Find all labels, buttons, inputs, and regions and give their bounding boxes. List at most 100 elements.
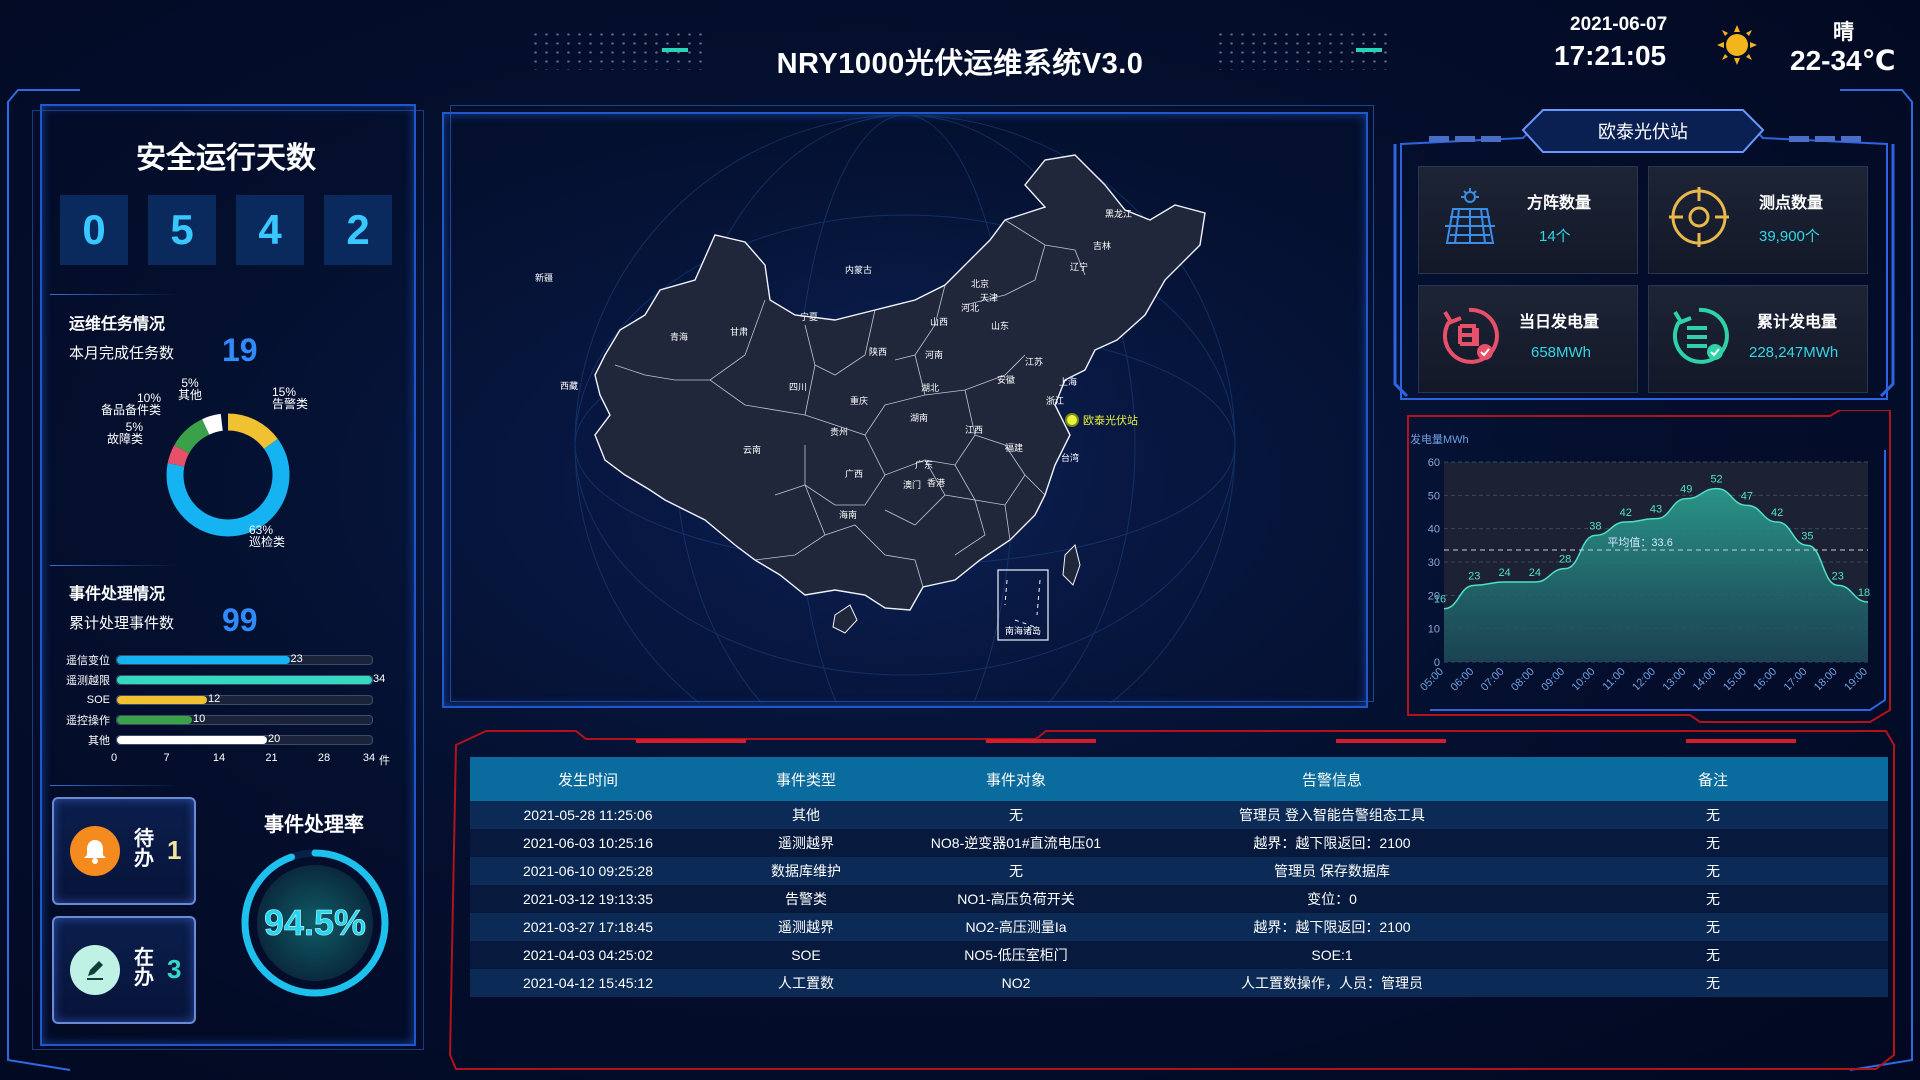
inprogress-label: 在办 <box>134 947 154 989</box>
bar-value: 34 <box>373 673 386 685</box>
bar-fill[interactable] <box>117 696 207 704</box>
chart-x-tick: 19:00 <box>1842 666 1870 690</box>
cell-alarm: 人工置数操作，人员：管理员 <box>1241 975 1423 991</box>
card-title: 方阵数量 <box>1527 195 1592 212</box>
table-row[interactable]: 2021-04-03 04:25:02 SOE NO5-低压室柜门 SOE:1 无 <box>470 941 1888 969</box>
bar-fill[interactable] <box>117 716 192 724</box>
safety-digit: 0 <box>60 195 128 265</box>
card-point-count[interactable]: 测点数量 39,900个 <box>1648 166 1868 274</box>
chart-x-ticks: 05:00 06:00 07:00 08:00 09:00 10:00 11:00 12:00… <box>1418 666 1870 690</box>
chart-x-tick: 12:00 <box>1630 666 1658 690</box>
bar-fill[interactable] <box>117 676 372 684</box>
chart-data-label: 52 <box>1710 474 1722 486</box>
table-row[interactable]: 2021-03-12 19:13:35 告警类 NO1-高压负荷开关 变位：0 无 <box>470 885 1888 913</box>
chart-data-label: 18 <box>1858 587 1870 599</box>
cell-type: SOE <box>791 947 821 963</box>
cell-alarm: 管理员 保存数据库 <box>1274 863 1390 879</box>
table-row[interactable]: 2021-04-12 15:45:12 人工置数 NO2 人工置数操作，人员：管理员 无 <box>470 969 1888 997</box>
cell-alarm: 变位：0 <box>1307 891 1357 907</box>
inprogress-card[interactable]: 在办 3 <box>52 916 196 1024</box>
province-label: 河南 <box>925 349 943 360</box>
col-header-time[interactable]: 发生时间 <box>470 769 706 790</box>
province-label: 湖北 <box>921 383 939 393</box>
province-label: 贵州 <box>830 426 848 437</box>
chart-data-label: 24 <box>1529 567 1541 579</box>
task-type-donut <box>166 413 290 537</box>
province-label: 重庆 <box>850 395 868 406</box>
header-date: 2021-06-07 <box>1570 14 1668 35</box>
card-daily-energy[interactable]: 当日发电量 658MWh <box>1418 285 1638 393</box>
chart-y-tick: 30 <box>1428 557 1440 569</box>
donut-label-fault: 5% 故障类 <box>107 420 144 446</box>
col-header-remark[interactable]: 备注 <box>1538 769 1888 790</box>
average-label: 平均值：33.6 <box>1607 536 1672 549</box>
cell-remark: 无 <box>1706 835 1720 851</box>
col-header-object[interactable]: 事件对象 <box>906 769 1126 790</box>
chart-x-tick: 11:00 <box>1600 666 1627 690</box>
cell-time: 2021-06-03 10:25:16 <box>523 835 653 851</box>
province-label: 安徽 <box>997 374 1015 385</box>
bar-value: 10 <box>193 713 206 725</box>
inset-label: 南海诸岛 <box>1005 625 1041 636</box>
card-total-energy[interactable]: 累计发电量 228,247MWh <box>1648 285 1868 393</box>
cell-object: NO5-低压室柜门 <box>964 947 1068 963</box>
event-rate-gauge: 94.5% <box>241 849 389 997</box>
cell-object: NO8-逆变器01#直流电压01 <box>930 835 1102 851</box>
bar-track: 23 <box>116 653 373 665</box>
cell-time: 2021-03-27 17:18:45 <box>523 919 653 935</box>
cell-type: 遥测越界 <box>778 919 834 935</box>
weather-text: 晴 <box>1833 21 1854 44</box>
province-label: 香港 <box>927 477 945 488</box>
safety-digit: 4 <box>236 195 304 265</box>
chart-y-tick: 60 <box>1428 457 1440 469</box>
card-value: 228,247MWh <box>1749 344 1839 361</box>
province-label: 辽宁 <box>1070 261 1088 272</box>
cell-remark: 无 <box>1706 975 1720 991</box>
table-row[interactable]: 2021-06-10 09:25:28 数据库维护 无 管理员 保存数据库 无 <box>470 857 1888 885</box>
chart-data-label: 24 <box>1498 567 1510 579</box>
chart-x-tick: 05:00 <box>1418 666 1446 690</box>
cell-type: 数据库维护 <box>771 863 841 879</box>
chart-x-tick: 07:00 <box>1479 666 1507 690</box>
station-title: 欧泰光伏站 <box>1598 122 1688 142</box>
card-value: 658MWh <box>1531 344 1592 361</box>
pending-card[interactable]: 待办 1 <box>52 797 196 905</box>
bar-fill[interactable] <box>117 656 290 664</box>
card-value: 39,900个 <box>1759 228 1820 245</box>
bar-axis-tick: 0 <box>110 752 118 764</box>
station-marker[interactable] <box>1065 413 1079 427</box>
cell-alarm: 越界：越下限返回：2100 <box>1253 835 1411 851</box>
col-header-type[interactable]: 事件类型 <box>706 769 906 790</box>
daily-energy-icon <box>1443 307 1499 364</box>
generation-area-chart[interactable]: 发电量MWh 0102030405060 平均值：33.6 1623 24 2428… <box>1408 430 1888 690</box>
cell-remark: 无 <box>1706 807 1720 823</box>
bar-fill[interactable] <box>117 736 267 744</box>
table-row[interactable]: 2021-06-03 10:25:16 遥测越界 NO8-逆变器01#直流电压01 越… <box>470 829 1888 857</box>
rate-title: 事件处理率 <box>264 814 364 836</box>
province-label: 甘肃 <box>730 326 748 337</box>
temperature: 22-34℃ <box>1790 45 1896 76</box>
chart-data-label: 28 <box>1559 554 1571 566</box>
table-row[interactable]: 2021-05-28 11:25:06 其他 无 管理员 登入智能告警组态工具 无 <box>470 801 1888 829</box>
cell-type: 告警类 <box>785 891 827 907</box>
table-row[interactable]: 2021-03-27 17:18:45 遥测越界 NO2-高压测量Ia 越界：越下限返… <box>470 913 1888 941</box>
chart-x-tick: 10:00 <box>1570 666 1598 690</box>
china-map[interactable]: 南海诸岛 新疆西藏 青海 甘肃 内蒙古 黑龙江吉林辽宁北京天津河北山西 宁夏陕西 山东河南江… <box>445 115 1363 703</box>
bar-row: SOE 12 <box>54 690 373 710</box>
safety-days-counter: 0 5 4 2 <box>60 195 392 265</box>
chart-x-tick: 13:00 <box>1660 666 1688 690</box>
cell-object: 无 <box>1009 807 1023 823</box>
header-time: 17:21:05 <box>1554 40 1667 71</box>
province-label: 青海 <box>670 331 688 342</box>
bar-axis-tick: 7 <box>163 752 170 764</box>
rate-value: 94.5% <box>264 902 366 943</box>
bar-label: 遥控操作 <box>66 715 110 727</box>
card-array-count[interactable]: 方阵数量 14个 <box>1418 166 1638 274</box>
chart-x-tick: 06:00 <box>1448 666 1476 690</box>
province-label: 新疆 <box>535 272 553 283</box>
edit-icon <box>70 945 120 995</box>
chart-y-tick: 50 <box>1428 490 1440 502</box>
bar-track: 10 <box>116 713 373 725</box>
col-header-alarm[interactable]: 告警信息 <box>1126 769 1538 790</box>
bar-track: 34 <box>116 673 385 685</box>
